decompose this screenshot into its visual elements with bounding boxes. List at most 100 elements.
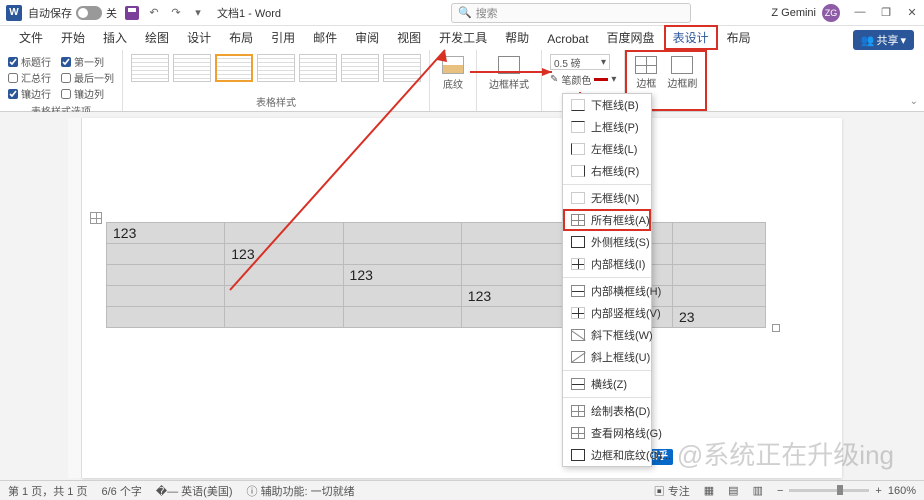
tab-help[interactable]: 帮助	[496, 25, 538, 50]
dropdown-item[interactable]: 内部框线(I)	[563, 253, 651, 275]
view-print-layout-icon[interactable]: ▦	[704, 484, 714, 497]
maximize-button[interactable]: ❐	[880, 6, 892, 19]
dropdown-item[interactable]: 斜上框线(U)	[563, 346, 651, 368]
dropdown-item[interactable]: 内部横框线(H)	[563, 280, 651, 302]
dropdown-item[interactable]: 外侧框线(S)	[563, 231, 651, 253]
tab-design[interactable]: 设计	[178, 25, 220, 50]
view-web-layout-icon[interactable]: ▥	[753, 484, 763, 497]
table-cell[interactable]	[107, 244, 225, 265]
table-move-handle-icon[interactable]	[90, 212, 102, 224]
status-accessibility[interactable]: ⓘ 辅助功能: 一切就绪	[247, 483, 355, 499]
tab-table-layout[interactable]: 布局	[718, 25, 760, 50]
tab-review[interactable]: 审阅	[346, 25, 388, 50]
table-cell[interactable]	[225, 286, 343, 307]
shading-button[interactable]: 底纹	[438, 54, 468, 93]
dropdown-item[interactable]: 左框线(L)	[563, 138, 651, 160]
dropdown-item[interactable]: 内部竖框线(V)	[563, 302, 651, 324]
border-none-icon	[571, 192, 585, 204]
tab-layout[interactable]: 布局	[220, 25, 262, 50]
check-last-col[interactable]: 最后一列	[61, 70, 114, 85]
close-button[interactable]: ✕	[906, 6, 918, 19]
table-cell[interactable]: 123	[225, 244, 343, 265]
dropdown-item[interactable]: 斜下框线(W)	[563, 324, 651, 346]
table-cell[interactable]	[225, 223, 343, 244]
check-first-col[interactable]: 第一列	[61, 54, 104, 69]
table-cell[interactable]	[673, 265, 766, 286]
pen-weight-input[interactable]: 0.5 磅 ▾	[550, 54, 610, 70]
dropdown-item[interactable]: 下框线(B)	[563, 94, 651, 116]
tab-table-design[interactable]: 表设计	[664, 25, 718, 50]
user-account[interactable]: Z Gemini ZG	[771, 4, 840, 22]
table-cell[interactable]	[343, 286, 461, 307]
border-painter-button[interactable]: 边框刷	[663, 54, 701, 107]
table-cell[interactable]	[107, 286, 225, 307]
pen-color-button[interactable]: ✎ 笔颜色 ▾	[550, 72, 616, 87]
status-language[interactable]: �— 英语(美国)	[156, 483, 233, 499]
check-banded-col[interactable]: 镶边列	[61, 86, 104, 101]
table-cell[interactable]	[343, 307, 461, 328]
minimize-button[interactable]: —	[854, 6, 866, 19]
table-cell[interactable]	[343, 244, 461, 265]
zoom-out-icon[interactable]: −	[777, 485, 783, 497]
undo-icon[interactable]: ↶	[147, 6, 161, 20]
status-page[interactable]: 第 1 页，共 1 页	[8, 483, 87, 499]
table-cell[interactable]	[343, 223, 461, 244]
table-cell[interactable]	[225, 265, 343, 286]
table-styles-gallery[interactable]	[131, 54, 421, 82]
tab-developer[interactable]: 开发工具	[430, 25, 496, 50]
tab-view[interactable]: 视图	[388, 25, 430, 50]
style-thumb[interactable]	[131, 54, 169, 82]
redo-icon[interactable]: ↷	[169, 6, 183, 20]
table-cell[interactable]: 123	[343, 265, 461, 286]
zoom-value[interactable]: 160%	[888, 485, 916, 497]
table-cell[interactable]	[673, 223, 766, 244]
tab-acrobat[interactable]: Acrobat	[538, 28, 597, 50]
table-resize-handle-icon[interactable]	[772, 324, 780, 332]
tab-references[interactable]: 引用	[262, 25, 304, 50]
table-cell[interactable]	[225, 307, 343, 328]
style-thumb[interactable]	[173, 54, 211, 82]
search-box[interactable]: 🔍 搜索	[451, 3, 691, 23]
table-cell[interactable]: 23	[673, 307, 766, 328]
document-table[interactable]: 123 123 123	[106, 222, 766, 328]
dropdown-item[interactable]: 绘制表格(D)	[563, 400, 651, 422]
border-styles-button[interactable]: 边框样式	[485, 54, 533, 93]
dropdown-item[interactable]: 右框线(R)	[563, 160, 651, 182]
zoom-in-icon[interactable]: +	[875, 485, 881, 497]
toggle-switch-icon[interactable]	[76, 6, 102, 20]
autosave-toggle[interactable]: 自动保存 关	[28, 5, 117, 21]
tab-file[interactable]: 文件	[10, 25, 52, 50]
tab-baidu[interactable]: 百度网盘	[598, 25, 664, 50]
qat-dropdown-icon[interactable]: ▾	[191, 6, 205, 20]
view-read-mode-icon[interactable]: ▤	[728, 484, 738, 497]
table-cell[interactable]: 123	[107, 223, 225, 244]
check-header-row[interactable]: 标题行	[8, 54, 51, 69]
check-total-row[interactable]: 汇总行	[8, 70, 51, 85]
dropdown-item[interactable]: 横线(Z)	[563, 373, 651, 395]
tab-draw[interactable]: 绘图	[136, 25, 178, 50]
style-thumb[interactable]	[341, 54, 379, 82]
table-cell[interactable]	[107, 307, 225, 328]
tab-mailings[interactable]: 邮件	[304, 25, 346, 50]
dropdown-item[interactable]: 边框和底纹(O)...	[563, 444, 651, 466]
dropdown-item[interactable]: 上框线(P)	[563, 116, 651, 138]
table-cell[interactable]	[107, 265, 225, 286]
zoom-slider[interactable]: − + 160%	[777, 485, 916, 497]
style-thumb-selected[interactable]	[215, 54, 253, 82]
dropdown-item[interactable]: 所有框线(A)	[563, 209, 651, 231]
check-banded-row[interactable]: 镶边行	[8, 86, 51, 101]
tab-home[interactable]: 开始	[52, 25, 94, 50]
style-thumb[interactable]	[257, 54, 295, 82]
tab-insert[interactable]: 插入	[94, 25, 136, 50]
style-thumb[interactable]	[383, 54, 421, 82]
dropdown-item[interactable]: 无框线(N)	[563, 187, 651, 209]
status-word-count[interactable]: 6/6 个字	[101, 483, 141, 499]
status-focus-mode[interactable]: ▣ 专注	[654, 483, 690, 499]
dropdown-item[interactable]: 查看网格线(G)	[563, 422, 651, 444]
save-icon[interactable]	[125, 6, 139, 20]
table-cell[interactable]	[673, 244, 766, 265]
collapse-ribbon-icon[interactable]: ⌄	[910, 96, 918, 107]
share-button[interactable]: 👥 共享 ▾	[853, 30, 914, 50]
table-cell[interactable]	[673, 286, 766, 307]
style-thumb[interactable]	[299, 54, 337, 82]
